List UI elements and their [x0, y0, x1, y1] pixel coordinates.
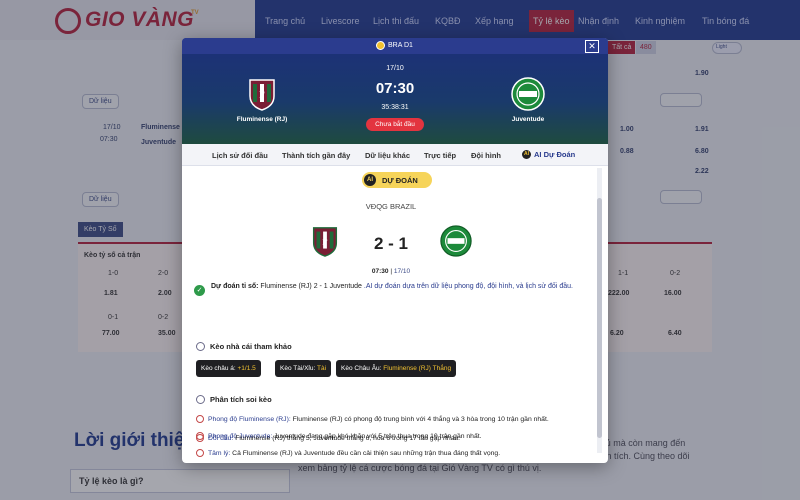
close-button[interactable]: ✕: [585, 40, 599, 53]
tab-other-data[interactable]: Dữ liệu khác: [365, 151, 410, 160]
analysis-label: Phong độ Fluminense (RJ):: [208, 416, 291, 423]
match-tabs: Lịch sử đối đầu Thành tích gần đây Dữ li…: [182, 144, 608, 166]
asian-odds-chip: Kèo châu á: +1/1.5: [196, 360, 261, 377]
modal-scrollbar[interactable]: [597, 168, 602, 453]
match-date: 17/10: [386, 65, 404, 72]
competition-name: VĐQG BRAZIL: [365, 202, 417, 211]
odds-chip-label: Kèo Tài/Xỉu:: [280, 365, 317, 372]
league-flag-icon: [376, 41, 385, 50]
match-modal: BRA D1 ✕ F Fluminense (RJ) Juventude 17/…: [182, 38, 608, 463]
match-header: BRA D1 ✕ F Fluminense (RJ) Juventude 17/…: [182, 38, 608, 144]
league-name: BRA D1: [388, 42, 413, 49]
tab-lineup[interactable]: Đội hình: [471, 151, 501, 160]
prediction-key: Dự đoán tỉ số:: [211, 283, 261, 290]
ai-icon: AI: [364, 174, 376, 186]
analysis-text: Fluminense (RJ) thắng 5, Juventude thắng…: [233, 435, 461, 442]
ai-badge-label: DỰ ĐOÁN: [382, 175, 418, 185]
gear-bullet-icon: [196, 415, 204, 423]
match-time: 07:30: [375, 80, 415, 97]
over-under-chip: Kèo Tài/Xỉu: Tài: [275, 360, 332, 377]
status-badge: Chưa bắt đầu: [366, 118, 424, 131]
juventude-crest-icon: [440, 225, 472, 257]
away-team-name: Juventude: [511, 116, 545, 123]
meta-time: 07:30: [371, 268, 389, 275]
analysis-title-text: Phân tích soi kèo: [210, 395, 272, 404]
predicted-score: 2 - 1: [373, 234, 409, 253]
analysis-text: Fluminense (RJ) có phong độ trung bình v…: [290, 416, 549, 423]
odds-chip-label: Kèo Châu Âu:: [341, 365, 384, 372]
analysis-text: Cả Fluminense (RJ) và Juventude đều cần …: [230, 450, 501, 457]
league-label: BRA D1: [376, 41, 413, 50]
prediction-panel: AI DỰ ĐOÁN VĐQG BRAZIL F 2 - 1 07:30 | 1…: [190, 166, 592, 457]
meta-date: 17/10: [393, 268, 411, 275]
home-team-name: Fluminense (RJ): [236, 116, 288, 123]
ai-prediction-badge: AI DỰ ĐOÁN: [362, 172, 432, 188]
bookmaker-title-text: Kèo nhà cái tham khảo: [210, 342, 292, 351]
bookmaker-section-title: Kèo nhà cái tham khảo: [196, 342, 292, 351]
odds-chip-value: Fluminense (RJ) Thắng: [383, 365, 452, 372]
analysis-label: Tâm lý:: [208, 450, 231, 457]
gear-icon: [196, 342, 205, 351]
tab-ai-label: AI Dự Đoán: [534, 150, 576, 159]
gear-bullet-icon: [196, 449, 204, 457]
check-icon: ✓: [194, 285, 205, 296]
european-odds-chip: Kèo Châu Âu: Fluminense (RJ) Thắng: [336, 360, 457, 377]
gear-bullet-icon: [196, 434, 204, 442]
tab-live[interactable]: Trực tiếp: [424, 151, 456, 160]
tab-recent-form[interactable]: Thành tích gần đây: [282, 151, 350, 160]
odds-chip-value: Tài: [316, 365, 327, 372]
analysis-label: Đối đầu:: [208, 435, 234, 442]
tab-ai-prediction[interactable]: AI AI Dự Đoán: [522, 150, 575, 159]
ai-icon: AI: [522, 150, 531, 159]
scrollbar-thumb[interactable]: [597, 198, 602, 438]
odds-chip-value: +1/1.5: [237, 365, 256, 372]
prediction-text: Dự đoán tỉ số: Fluminense (RJ) 2 - 1 Juv…: [211, 282, 581, 292]
countdown: 35:38:31: [381, 104, 409, 111]
tab-head-to-head[interactable]: Lịch sử đối đầu: [212, 151, 268, 160]
odds-chip-label: Kèo châu á:: [201, 365, 238, 372]
gear-icon: [196, 395, 205, 404]
analysis-section-title: Phân tích soi kèo: [196, 395, 272, 404]
prediction-note: .AI dự đoán dựa trên dữ liệu phong độ, đ…: [361, 283, 573, 290]
match-meta: 07:30 | 17/10: [190, 268, 592, 275]
prediction-value: Fluminense (RJ) 2 - 1 Juventude: [260, 283, 362, 290]
